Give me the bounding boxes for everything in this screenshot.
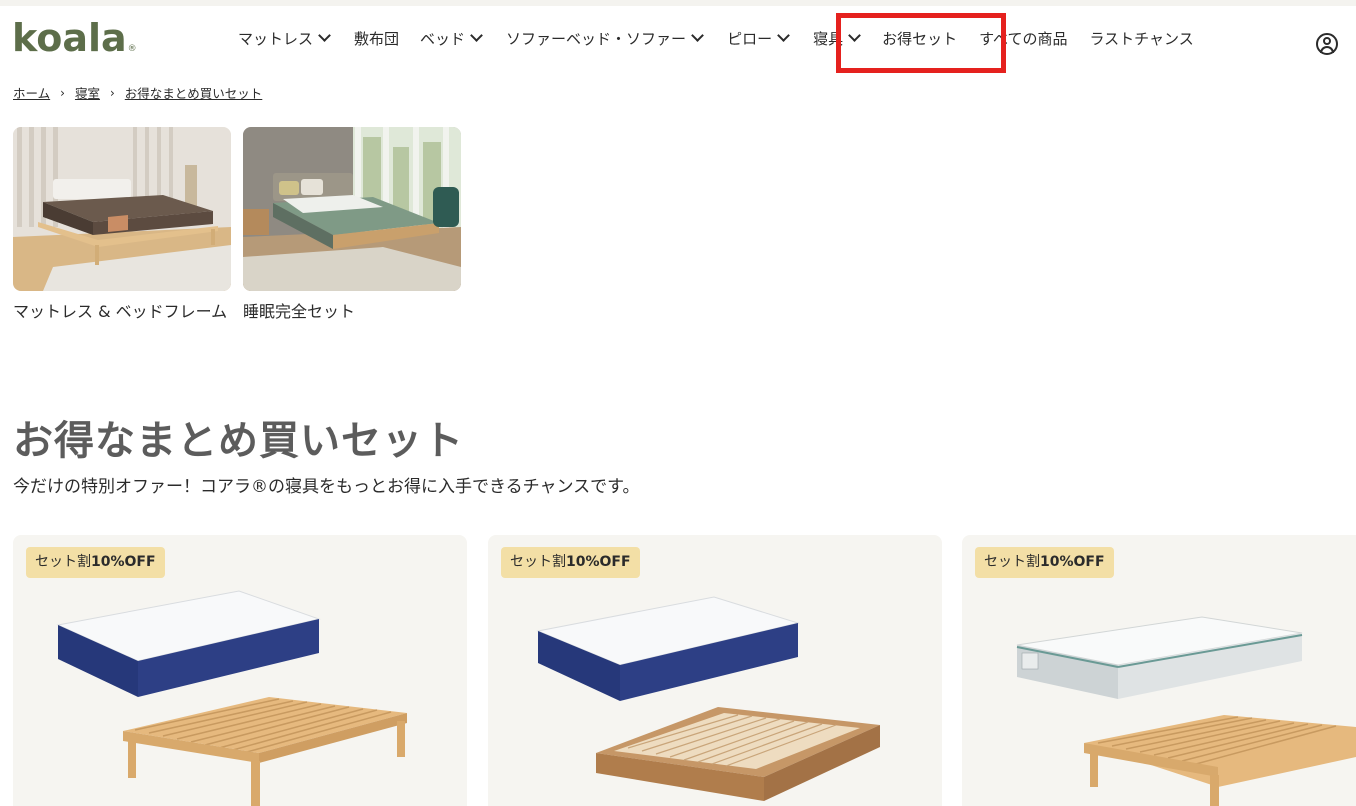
breadcrumb-home[interactable]: ホーム — [13, 83, 50, 102]
nav-label: マットレス — [238, 29, 314, 48]
nav-item-mattress[interactable]: マットレス — [238, 28, 331, 49]
chevron-down-icon — [318, 29, 331, 42]
nav-item-sofa[interactable]: ソファーベッド・ソファー — [506, 28, 704, 49]
chevron-right-icon: › — [109, 85, 115, 100]
product-image-mattress-frame — [1016, 616, 1356, 806]
category-tile-sleep-set[interactable]: 睡眠完全セット — [243, 127, 461, 324]
chevron-down-icon — [470, 29, 483, 42]
registered-mark-icon: ® — [127, 44, 137, 54]
category-label: マットレス & ベッドフレーム — [13, 302, 228, 321]
chevron-down-icon — [777, 29, 790, 42]
nav-item-bedding[interactable]: 寝具 — [813, 28, 861, 49]
chevron-down-icon — [848, 29, 861, 42]
chevron-right-icon: › — [60, 85, 65, 100]
breadcrumb-current[interactable]: お得なまとめ買いセット — [125, 83, 263, 102]
account-shoulders-shape — [1320, 46, 1334, 53]
nav-label: ベッド — [420, 29, 466, 48]
category-tile-mattress-frame[interactable]: マットレス & ベッドフレーム — [13, 127, 231, 324]
nav-label: すべての商品 — [979, 29, 1068, 48]
nav-label: ピロー — [727, 29, 773, 48]
page-title: お得なまとめ買いセット — [13, 418, 464, 464]
account-icon[interactable] — [1316, 33, 1338, 55]
nav-label: ラストチャンス — [1089, 29, 1194, 48]
product-card[interactable]: セット割10%OFF — [13, 535, 467, 806]
nav-item-all-products[interactable]: すべての商品 — [979, 28, 1067, 49]
main-nav: マットレス 敷布団 ベッド ソファーベッド・ソファー ピロー 寝具 お得セット … — [238, 26, 1194, 50]
product-card[interactable]: セット割10%OFF — [962, 535, 1356, 806]
product-image-mattress-frame — [56, 590, 407, 806]
nav-item-futon[interactable]: 敷布団 — [354, 28, 399, 49]
category-image-bedroom-mattress — [13, 127, 231, 291]
nav-item-bed[interactable]: ベッド — [420, 28, 483, 49]
breadcrumb: ホーム › 寝室 › お得なまとめ買いセット — [13, 83, 262, 102]
logo-text: koala — [12, 16, 127, 60]
product-image-mattress-frame — [536, 596, 880, 801]
koala-logo[interactable]: koala® — [12, 18, 137, 69]
category-label: 睡眠完全セット — [243, 302, 356, 321]
product-card[interactable]: セット割10%OFF — [488, 535, 942, 806]
nav-label: お得セット — [882, 29, 958, 48]
nav-label: ソファーベッド・ソファー — [506, 29, 687, 48]
chevron-down-icon — [691, 29, 704, 42]
nav-label: 寝具 — [813, 29, 844, 48]
page-subtitle: 今だけの特別オファー！コアラ®の寝具をもっとお得に入手できるチャンスです。 — [13, 477, 640, 497]
nav-label: 敷布団 — [354, 29, 400, 48]
account-head-shape — [1323, 37, 1331, 45]
nav-item-last-chance[interactable]: ラストチャンス — [1089, 28, 1193, 49]
breadcrumb-bedroom[interactable]: 寝室 — [75, 83, 100, 102]
nav-item-pillow[interactable]: ピロー — [727, 28, 790, 49]
site-header: koala® マットレス 敷布団 ベッド ソファーベッド・ソファー ピロー 寝具… — [0, 6, 1356, 70]
category-image-bedroom-set — [243, 127, 461, 291]
nav-item-deals[interactable]: お得セット — [882, 28, 957, 49]
